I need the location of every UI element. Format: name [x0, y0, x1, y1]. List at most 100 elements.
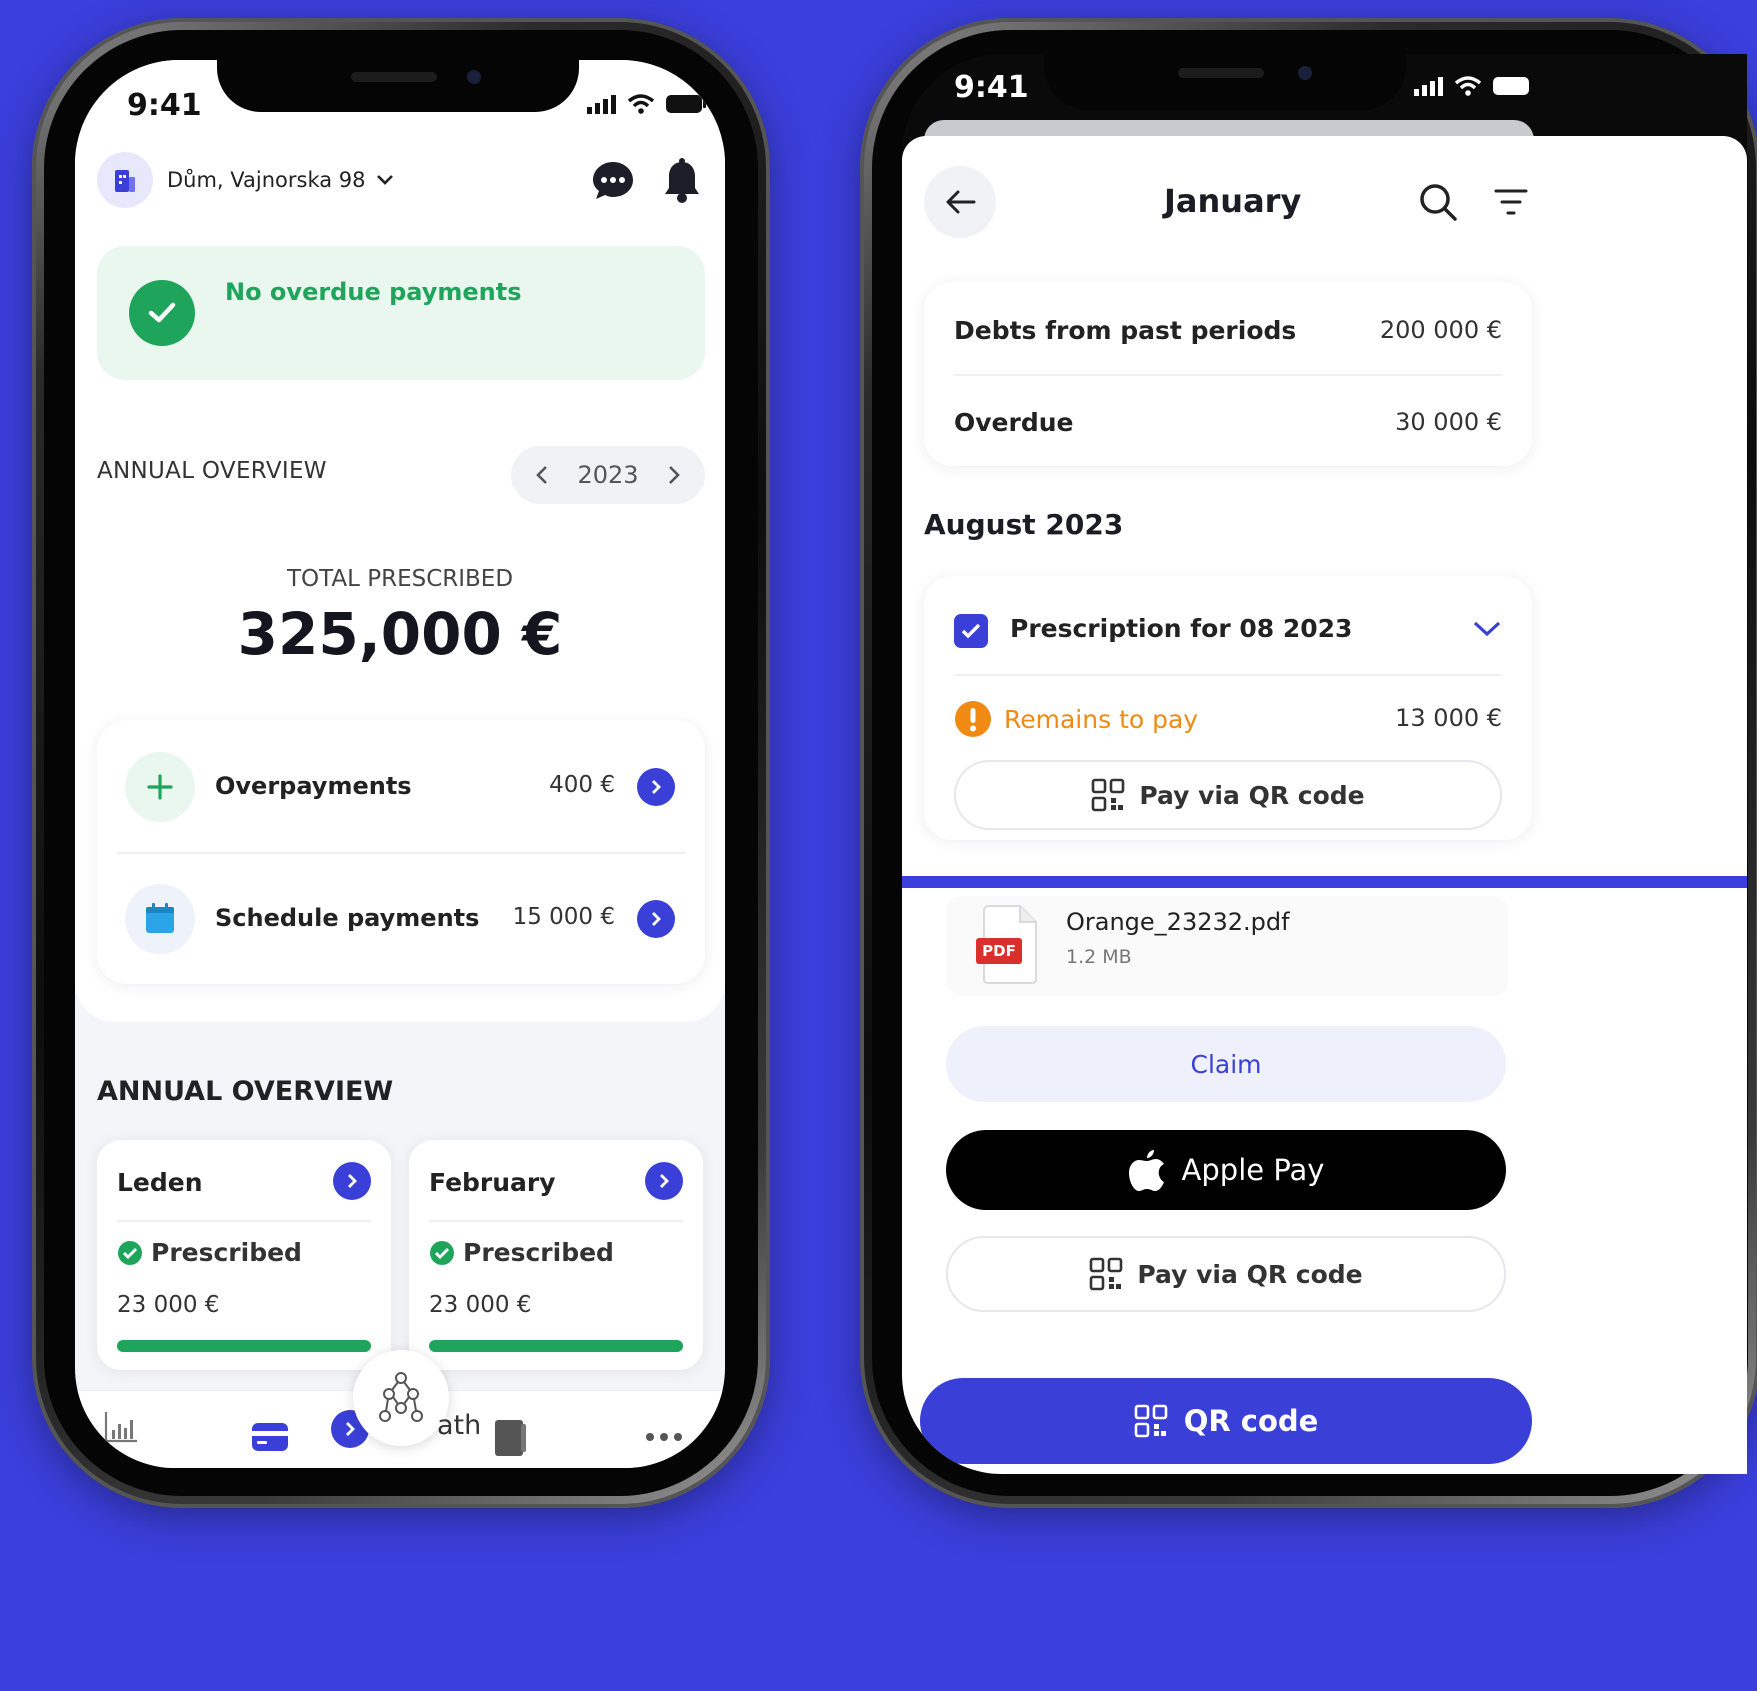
search-icon[interactable]: [1418, 182, 1458, 222]
bell-icon[interactable]: [663, 158, 701, 204]
battery-icon: [1493, 77, 1529, 95]
status-time: 9:41: [954, 70, 1029, 105]
tab-center-button[interactable]: [353, 1350, 449, 1446]
status-label: Prescribed: [151, 1238, 302, 1267]
month-open-button[interactable]: [333, 1162, 371, 1200]
chevron-down-icon[interactable]: [1472, 620, 1502, 638]
prescription-checkbox[interactable]: [954, 614, 988, 648]
pay-qr-label: Pay via QR code: [1139, 780, 1365, 810]
qr-code-icon: [1134, 1404, 1167, 1438]
attachment-size: 1.2 MB: [1066, 946, 1132, 968]
month-progress: [429, 1340, 683, 1352]
apple-icon: [1128, 1150, 1164, 1191]
overpayments-label: Overpayments: [215, 772, 412, 800]
prescription-card: Prescription for 08 2023 Remains to pay …: [924, 576, 1532, 840]
cellular-signal-icon: [1414, 77, 1443, 96]
pdf-badge: PDF: [976, 938, 1022, 964]
network-icon: [379, 1372, 423, 1422]
section-title: August 2023: [924, 508, 1124, 541]
status-icons: [587, 94, 707, 114]
qr-code-icon: [1090, 1257, 1123, 1291]
annual-overview-title: ANNUAL OVERVIEW: [97, 458, 327, 484]
status-label: Prescribed: [463, 1238, 614, 1267]
schedule-payments-open-button[interactable]: [637, 900, 675, 938]
attachment-filename: Orange_23232.pdf: [1066, 908, 1290, 936]
chevron-right-icon: [348, 1174, 357, 1188]
building-icon: [115, 170, 135, 192]
tab-more-icon[interactable]: [645, 1432, 683, 1442]
prev-year-icon[interactable]: [535, 465, 549, 485]
pay-qr-button[interactable]: Pay via QR code: [954, 760, 1502, 830]
left-notch: [217, 60, 579, 112]
overdue-label: Overdue: [954, 408, 1074, 437]
tab-statistics-icon[interactable]: [103, 1410, 139, 1444]
month-card-leden[interactable]: Leden Prescribed 23 000 €: [97, 1140, 391, 1370]
overpayments-value: 400 €: [549, 772, 615, 798]
chevron-right-icon: [660, 1174, 669, 1188]
filter-icon[interactable]: [1494, 188, 1528, 216]
month-name: Leden: [117, 1168, 203, 1197]
left-screen: 9:41 Dům, Vajnorska 98 No overdue paymen…: [75, 60, 725, 1468]
chevron-right-icon: [346, 1422, 355, 1436]
tab-documents-icon[interactable]: [493, 1418, 527, 1458]
chat-icon[interactable]: [591, 160, 635, 202]
banner-text: No overdue payments: [225, 278, 522, 306]
summary-card: Overpayments 400 € Schedule payments 15 …: [97, 720, 705, 984]
attachment-card[interactable]: PDF Orange_23232.pdf 1.2 MB: [946, 896, 1508, 996]
month-open-button[interactable]: [645, 1162, 683, 1200]
pay-qr-label-2: Pay via QR code: [1137, 1259, 1363, 1289]
overpayments-open-button[interactable]: [637, 768, 675, 806]
address-label: Dům, Vajnorska 98: [167, 168, 366, 192]
status-row: Prescribed: [429, 1238, 614, 1267]
monthly-overview-title: ANNUAL OVERVIEW: [97, 1076, 394, 1107]
claim-button[interactable]: Claim: [946, 1026, 1506, 1102]
status-row: Prescribed: [117, 1238, 302, 1267]
wifi-icon: [1454, 76, 1482, 96]
detail-sheet: January Debts from past periods 200 000 …: [902, 136, 1747, 1474]
remains-row: Remains to pay: [954, 700, 1198, 738]
cellular-signal-icon: [587, 95, 616, 114]
apple-pay-label: Apple Pay: [1181, 1153, 1325, 1187]
warning-icon: [955, 701, 991, 737]
remains-label: Remains to pay: [1004, 704, 1199, 734]
month-amount: 23 000 €: [429, 1292, 532, 1318]
battery-icon: [666, 95, 706, 113]
month-amount: 23 000 €: [117, 1292, 220, 1318]
chevron-right-icon: [652, 780, 661, 794]
check-icon: [961, 623, 981, 639]
address-selector[interactable]: Dům, Vajnorska 98: [167, 168, 394, 192]
year-label: 2023: [577, 461, 639, 489]
qr-code-button[interactable]: QR code: [920, 1378, 1532, 1464]
right-screen: 9:41 January Debts from past periods 200…: [902, 54, 1747, 1474]
qr-code-icon: [1092, 778, 1125, 812]
debts-past-value: 200 000 €: [1379, 316, 1502, 344]
overpayments-row[interactable]: Overpayments 400 €: [97, 720, 705, 852]
pdf-file-icon: PDF: [976, 904, 1040, 984]
month-card-february[interactable]: February Prescribed 23 000 €: [409, 1140, 703, 1370]
building-avatar[interactable]: [97, 152, 153, 208]
check-circle-icon: [430, 1240, 454, 1265]
chevron-right-icon: [652, 912, 661, 926]
total-prescribed-value: 325,000 €: [237, 600, 563, 668]
total-prescribed-label: TOTAL PRESCRIBED: [286, 566, 514, 592]
plus-icon: [125, 752, 195, 822]
pay-qr-button-2[interactable]: Pay via QR code: [946, 1236, 1506, 1312]
prescription-title: Prescription for 08 2023: [1010, 614, 1353, 643]
month-progress: [117, 1340, 371, 1352]
chevron-down-icon: [376, 175, 393, 185]
remains-value: 13 000 €: [1395, 704, 1502, 732]
debts-past-label: Debts from past periods: [954, 316, 1297, 345]
wifi-icon: [627, 94, 655, 114]
back-button[interactable]: [924, 166, 996, 238]
arrow-left-icon: [946, 190, 976, 214]
apple-pay-button[interactable]: Apple Pay: [946, 1130, 1506, 1210]
schedule-payments-row[interactable]: Schedule payments 15 000 €: [97, 854, 705, 984]
debts-card: Debts from past periods 200 000 € Overdu…: [924, 282, 1532, 466]
status-icons: [1414, 76, 1534, 96]
claim-label: Claim: [1190, 1049, 1262, 1079]
section-divider: [902, 876, 1747, 888]
schedule-payments-value: 15 000 €: [512, 904, 615, 930]
qr-code-label: QR code: [1183, 1404, 1319, 1438]
next-year-icon[interactable]: [667, 465, 681, 485]
tab-payments-icon[interactable]: [251, 1422, 289, 1452]
